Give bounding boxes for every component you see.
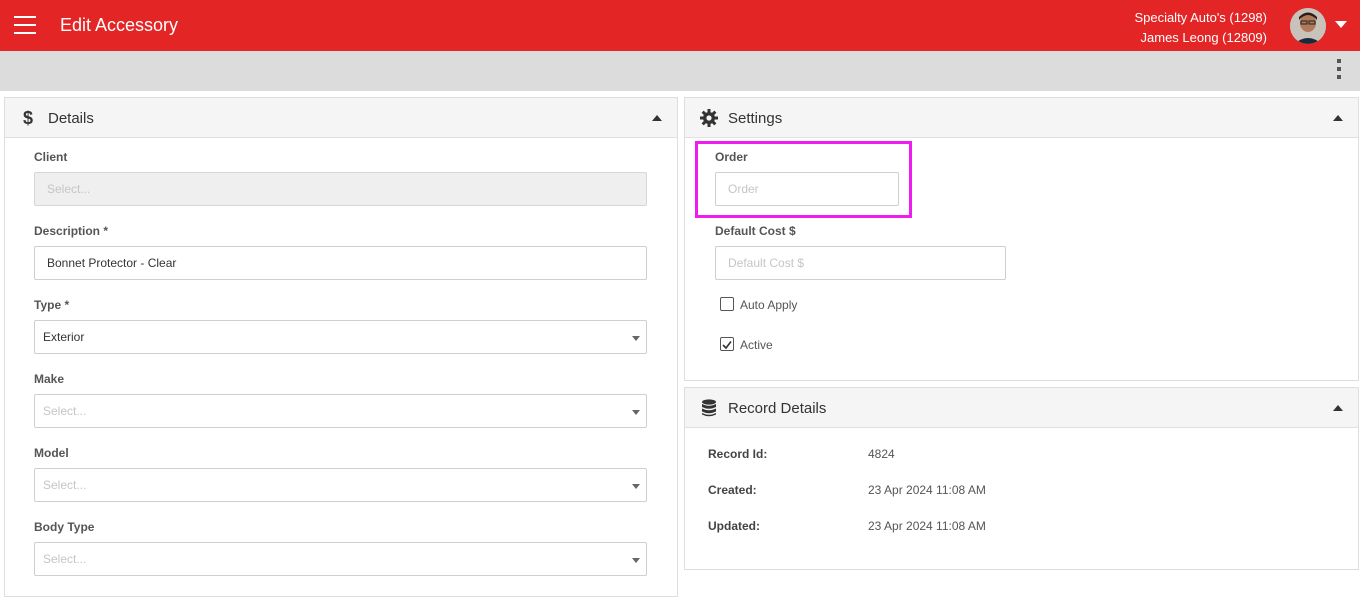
avatar-photo <box>1290 8 1326 44</box>
description-value: Bonnet Protector - Clear <box>47 256 177 270</box>
order-input[interactable] <box>715 172 899 206</box>
default-cost-label: Default Cost $ <box>715 224 796 238</box>
auto-apply-checkbox[interactable] <box>720 297 734 311</box>
body-type-placeholder: Select... <box>43 552 87 566</box>
record-details-panel-title: Record Details <box>728 400 827 417</box>
avatar[interactable] <box>1290 8 1326 44</box>
client-placeholder: Select... <box>47 182 91 196</box>
chevron-up-icon[interactable] <box>1333 405 1343 411</box>
more-vertical-icon[interactable] <box>1335 59 1343 83</box>
record-id-value: 4824 <box>868 447 895 461</box>
created-label: Created: <box>708 483 757 497</box>
active-label: Active <box>740 338 773 352</box>
caret-down-icon <box>632 558 640 563</box>
action-toolbar <box>0 51 1360 91</box>
page-title: Edit Accessory <box>60 15 179 35</box>
record-id-label: Record Id: <box>708 447 768 461</box>
chevron-up-icon[interactable] <box>652 115 662 121</box>
auto-apply-label: Auto Apply <box>740 298 798 312</box>
active-checkbox[interactable] <box>720 337 734 351</box>
make-select[interactable]: Select... <box>34 394 647 428</box>
body-type-label: Body Type <box>34 520 95 534</box>
body-type-select[interactable]: Select... <box>34 542 647 576</box>
caret-down-icon <box>632 336 640 341</box>
description-input[interactable]: Bonnet Protector - Clear <box>34 246 647 280</box>
default-cost-input[interactable] <box>715 246 1006 280</box>
caret-down-icon <box>632 410 640 415</box>
type-label: Type * <box>34 298 70 312</box>
dollar-icon: $ <box>23 108 33 128</box>
type-value: Exterior <box>43 330 85 344</box>
client-label: Client <box>34 150 68 164</box>
svg-text:$: $ <box>23 108 33 128</box>
checkmark-icon <box>722 341 732 350</box>
created-value: 23 Apr 2024 11:08 AM <box>868 483 986 497</box>
chevron-up-icon[interactable] <box>1333 115 1343 121</box>
updated-value: 23 Apr 2024 11:08 AM <box>868 519 986 533</box>
model-placeholder: Select... <box>43 478 87 492</box>
settings-panel: Settings <box>684 97 1359 381</box>
make-placeholder: Select... <box>43 404 87 418</box>
client-select: Select... <box>34 172 647 206</box>
account-info[interactable]: Specialty Auto's (1298) James Leong (128… <box>1134 8 1267 48</box>
order-label: Order <box>715 150 748 164</box>
record-details-panel-header[interactable]: Record Details <box>685 388 1358 428</box>
gear-icon <box>700 109 718 127</box>
caret-down-icon <box>632 484 640 489</box>
settings-panel-header[interactable]: Settings <box>685 98 1358 138</box>
details-panel-title: Details <box>48 110 94 127</box>
account-caret-down-icon[interactable] <box>1335 21 1347 28</box>
top-app-bar: Edit Accessory Specialty Auto's (1298) J… <box>0 0 1360 51</box>
user-name: James Leong (12809) <box>1140 30 1267 45</box>
menu-icon[interactable] <box>14 16 36 34</box>
model-select[interactable]: Select... <box>34 468 647 502</box>
company-name: Specialty Auto's (1298) <box>1134 10 1267 25</box>
updated-label: Updated: <box>708 519 760 533</box>
details-panel-header[interactable]: $ Details <box>5 98 677 138</box>
make-label: Make <box>34 372 65 386</box>
settings-panel-title: Settings <box>728 110 783 127</box>
description-label: Description * <box>34 224 109 238</box>
record-details-panel: Record Details <box>684 387 1359 570</box>
model-label: Model <box>34 446 69 460</box>
database-icon <box>702 399 716 417</box>
type-select[interactable]: Exterior <box>34 320 647 354</box>
